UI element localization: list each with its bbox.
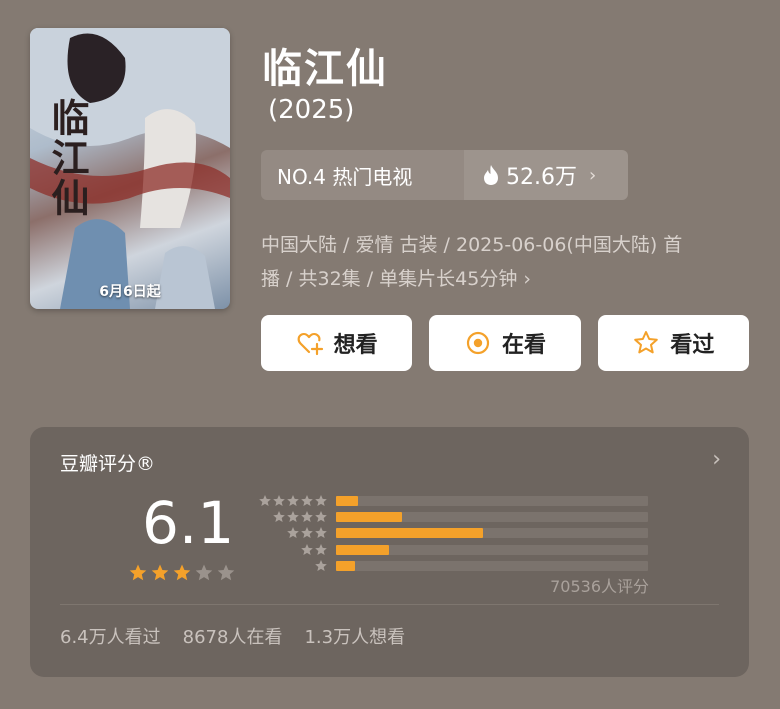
star-small-icon (287, 495, 299, 507)
star-small-icon (301, 543, 313, 555)
star-small-icon (315, 543, 327, 555)
poster-image[interactable]: 临江仙 6月6日起 (30, 28, 230, 309)
watching-label: 在看 (501, 333, 546, 358)
star-small-icon (315, 495, 327, 507)
distribution-bar-track (336, 528, 648, 539)
distribution-row-4-star (256, 509, 650, 525)
star-small-icon (287, 511, 299, 523)
star-empty-icon (195, 564, 213, 581)
rating-title: 豆瓣评分® (60, 453, 156, 475)
distribution-bar-1-star (336, 560, 355, 571)
star-small-icon (315, 511, 327, 523)
star-small-icon (301, 495, 313, 507)
release-year: (2025) (268, 95, 355, 125)
page-title: 临江仙 (262, 46, 388, 92)
star-small-icon (273, 495, 285, 507)
star-small-icon (259, 495, 271, 507)
distribution-row-3-star (256, 525, 650, 541)
heat-indicator[interactable]: 52.6万 › (464, 150, 628, 200)
action-buttons: 想看 在看 看过 (261, 315, 749, 371)
douban-rating-card[interactable]: 豆瓣评分® › 6.1 70536人评分 6.4万人看过 8678人在看 1.3… (30, 427, 749, 677)
watching-button[interactable]: 在看 (429, 315, 581, 371)
star-outline-icon (634, 331, 659, 354)
watched-button[interactable]: 看过 (597, 315, 749, 371)
distribution-bar-track (336, 496, 648, 507)
want-count[interactable]: 1.3万人想看 (304, 623, 405, 649)
distribution-bar-4-star (336, 512, 402, 523)
distribution-row-2-star (256, 542, 650, 558)
star-small-icon (301, 527, 313, 539)
distribution-stars (256, 510, 328, 524)
rating-count: 70536人评分 (550, 577, 649, 596)
distribution-row-1-star (256, 558, 650, 574)
heart-plus-icon (297, 332, 323, 356)
meta-line-1: 中国大陆 / 爱情 古装 / 2025-06-06(中国大陆) 首 (261, 234, 683, 256)
star-filled-icon (129, 564, 147, 581)
meta-line-2-row: 播 / 共32集 / 单集片长45分钟 › (261, 262, 761, 296)
distribution-row-5-star (256, 493, 650, 509)
rank-badge[interactable]: NO.4 热门电视 52.6万 › (261, 150, 628, 200)
divider (60, 604, 719, 605)
want-to-watch-label: 想看 (333, 333, 378, 358)
flame-icon (484, 165, 498, 185)
star-filled-icon (151, 564, 169, 581)
want-to-watch-button[interactable]: 想看 (261, 315, 413, 371)
rank-label: NO.4 热门电视 (261, 150, 464, 200)
chevron-right-icon: › (523, 268, 531, 290)
chevron-right-icon: › (712, 447, 721, 472)
star-filled-icon (173, 564, 191, 581)
score-stars (128, 563, 236, 583)
rating-score: 6.1 (142, 489, 235, 557)
star-empty-icon (217, 564, 235, 581)
heat-value: 52.6万 (506, 165, 577, 190)
watched-label: 看过 (670, 333, 715, 358)
rating-distribution (256, 493, 650, 574)
poster-title: 临江仙 (45, 98, 90, 218)
distribution-bar-track (336, 560, 648, 571)
star-small-icon (315, 559, 327, 571)
chevron-right-icon: › (589, 164, 597, 186)
distribution-bar-track (336, 512, 648, 523)
watched-count[interactable]: 6.4万人看过 (60, 623, 161, 649)
star-small-icon (315, 527, 327, 539)
star-small-icon (301, 511, 313, 523)
watching-count[interactable]: 8678人在看 (183, 623, 283, 649)
star-small-icon (287, 527, 299, 539)
watch-summary: 6.4万人看过 8678人在看 1.3万人想看 (60, 623, 405, 649)
distribution-bar-3-star (336, 528, 483, 539)
distribution-bar-5-star (336, 496, 358, 507)
distribution-stars (256, 559, 328, 573)
star-small-icon (273, 511, 285, 523)
meta-line-2: 播 / 共32集 / 单集片长45分钟 (261, 268, 518, 290)
distribution-bar-track (336, 544, 648, 555)
poster-date: 6月6日起 (99, 284, 161, 300)
distribution-bar-2-star (336, 544, 390, 555)
distribution-stars (256, 494, 328, 508)
distribution-stars (256, 526, 328, 540)
distribution-stars (256, 543, 328, 557)
show-meta[interactable]: 中国大陆 / 爱情 古装 / 2025-06-06(中国大陆) 首 播 / 共3… (261, 228, 761, 296)
target-icon (466, 331, 490, 355)
